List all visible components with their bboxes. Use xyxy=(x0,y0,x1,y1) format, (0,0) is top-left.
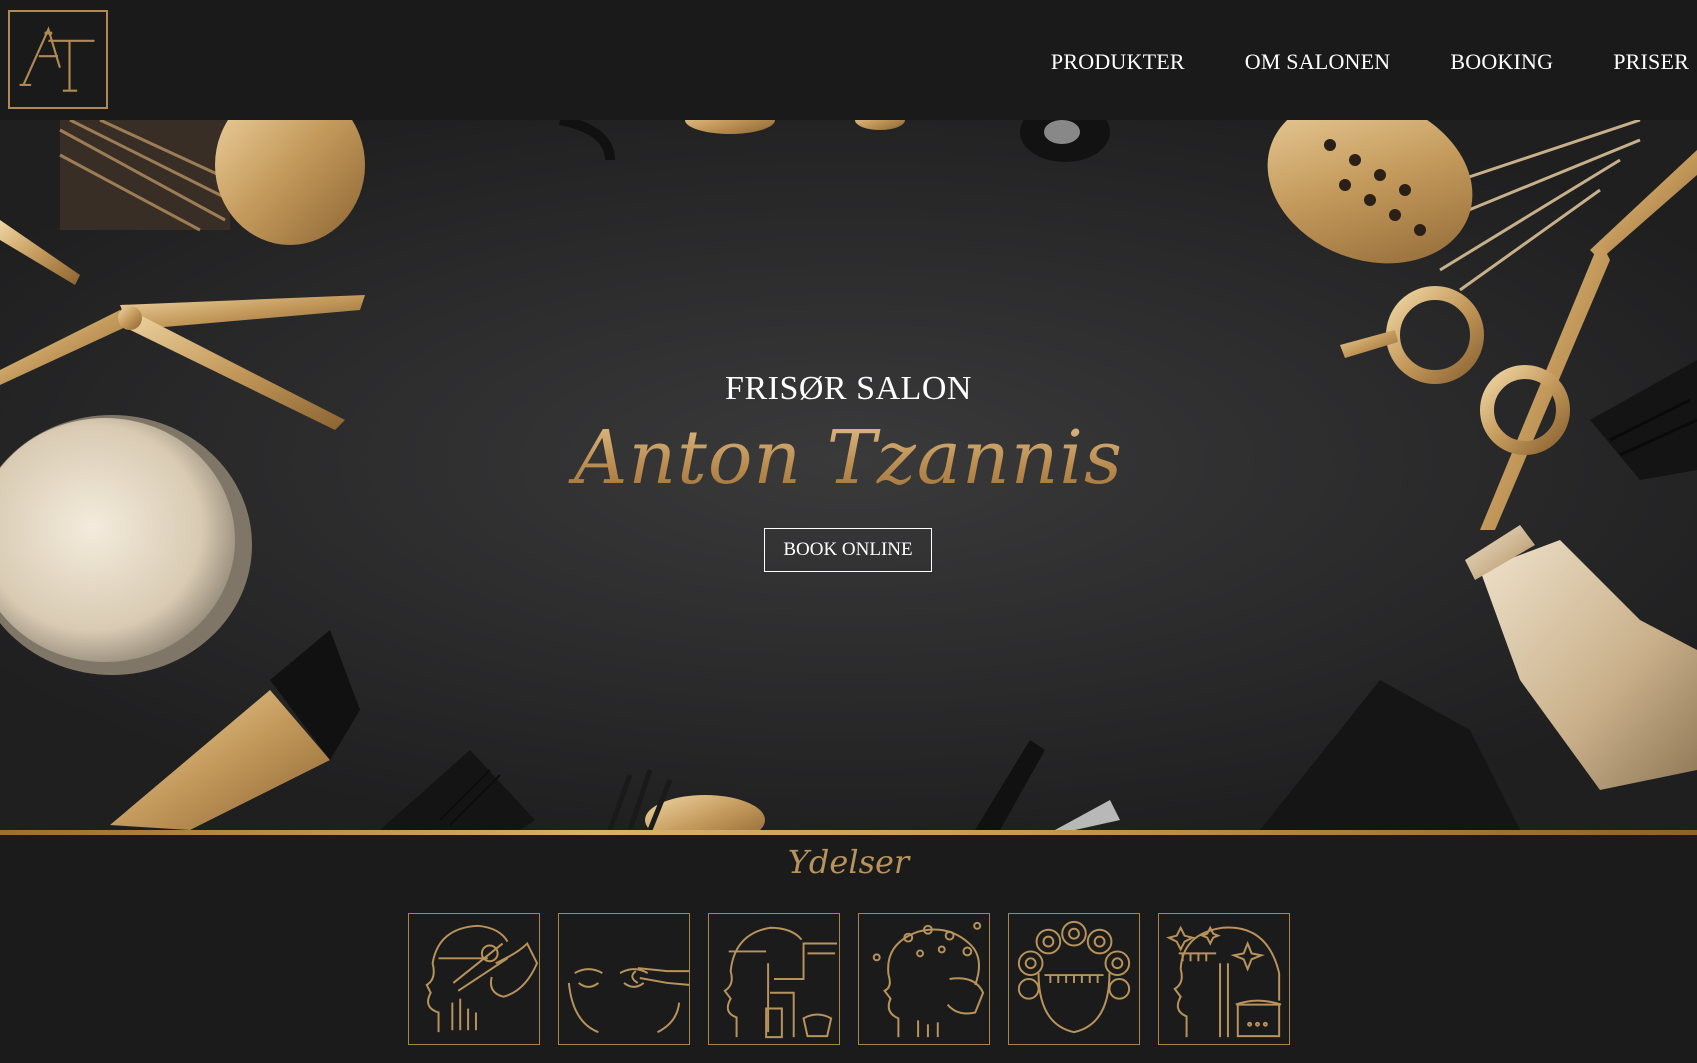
nav-item-booking[interactable]: BOOKING xyxy=(1450,49,1553,75)
service-tile-curlers[interactable] xyxy=(1008,913,1140,1045)
page: PRODUKTER OM SALONEN BOOKING PRISER FRIS… xyxy=(0,0,1697,1063)
book-online-button[interactable]: BOOK ONLINE xyxy=(764,528,932,572)
main-nav: PRODUKTER OM SALONEN BOOKING PRISER xyxy=(1051,46,1697,78)
services-section: Ydelser xyxy=(0,835,1697,1063)
services-title: Ydelser xyxy=(787,843,910,881)
site-header: PRODUKTER OM SALONEN BOOKING PRISER xyxy=(0,0,1697,120)
nav-item-om-salonen[interactable]: OM SALONEN xyxy=(1245,49,1391,75)
service-tile-massage[interactable] xyxy=(858,913,990,1045)
hair-cut-icon xyxy=(425,924,539,1033)
nav-item-produkter[interactable]: PRODUKTER xyxy=(1051,49,1185,75)
service-tile-haircut[interactable] xyxy=(408,913,540,1045)
at-monogram-icon xyxy=(19,26,95,92)
curlers-icon xyxy=(1017,920,1131,1034)
service-tiles xyxy=(408,913,1290,1045)
hero-subtitle: FRISØR SALON xyxy=(725,370,972,407)
nav-item-priser[interactable]: PRISER xyxy=(1613,49,1689,75)
service-tile-eyebrow[interactable] xyxy=(558,913,690,1045)
eyebrow-treatment-icon xyxy=(567,967,689,1034)
scalp-massage-icon xyxy=(872,921,985,1038)
service-tile-wash[interactable] xyxy=(708,913,840,1045)
hair-wash-icon xyxy=(723,926,838,1039)
hair-care-icon xyxy=(1166,925,1282,1038)
service-tile-hair-care[interactable] xyxy=(1158,913,1290,1045)
hero-title: Anton Tzannis xyxy=(0,415,1697,501)
brand-logo[interactable] xyxy=(8,10,108,109)
hero-section: FRISØR SALON Anton Tzannis BOOK ONLINE xyxy=(0,120,1697,830)
hero-content: FRISØR SALON Anton Tzannis BOOK ONLINE xyxy=(0,120,1697,830)
